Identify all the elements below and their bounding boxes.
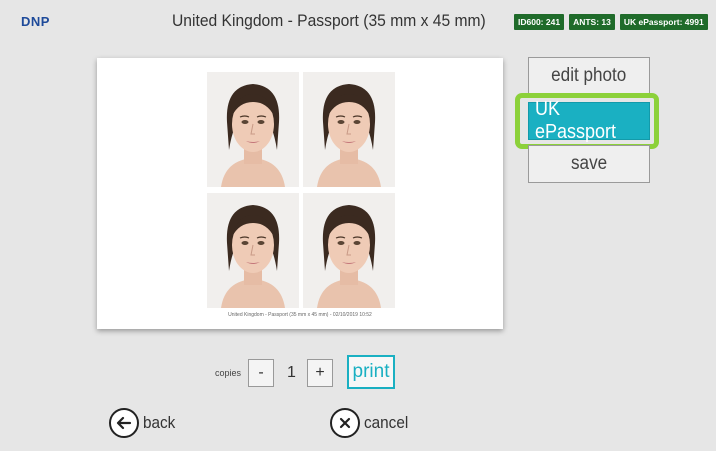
back-button[interactable]: back [109,406,179,440]
decrease-copies-button[interactable]: - [248,359,274,387]
print-button[interactable]: print [347,355,395,389]
copies-count: 1 [287,364,296,381]
save-label: save [570,153,608,174]
back-arrow-icon [109,408,139,438]
increase-copies-button[interactable]: + [307,359,333,387]
header-bar: DNP United Kingdom - Passport (35 mm x 4… [0,0,716,44]
edit-photo-button[interactable]: edit photo [528,57,650,95]
sheet-caption: United Kingdom - Passport (35 mm x 45 mm… [228,312,372,318]
uk-epassport-button[interactable]: UK ePassport [528,98,650,143]
dnp-logo: DNP [21,14,50,29]
badge-ants: ANTS: 13 [569,14,615,30]
badge-uk-epassport: UK ePassport: 4991 [619,14,708,30]
edit-photo-label: edit photo [551,65,627,86]
page-title: United Kingdom - Passport (35 mm x 45 mm… [172,11,486,30]
cancel-button[interactable]: cancel [330,406,413,440]
print-preview-sheet: United Kingdom - Passport (35 mm x 45 mm… [97,58,503,329]
passport-photo [207,193,299,308]
close-x-icon [330,408,360,438]
passport-photo [303,72,395,187]
save-button[interactable]: save [528,145,650,183]
cancel-label: cancel [364,413,409,432]
badge-id600: ID600: 241 [514,14,565,30]
passport-photo [303,193,395,308]
back-label: back [143,413,176,432]
counter-badges: ID600: 241 ANTS: 13 UK ePassport: 4991 [514,14,708,30]
uk-epassport-label: UK ePassport [535,98,617,143]
copies-label: copies [215,368,242,378]
passport-photo [207,72,299,187]
